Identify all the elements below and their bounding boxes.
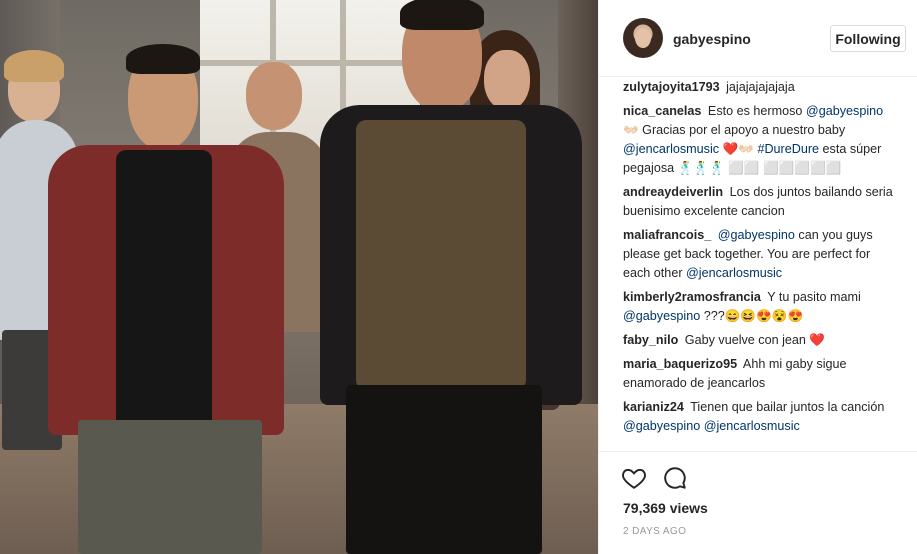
heart-icon[interactable]	[621, 465, 647, 491]
post-header: gabyespino Following	[599, 0, 917, 77]
mention-link[interactable]: @gabyespino	[806, 104, 883, 118]
following-button[interactable]: Following	[830, 25, 906, 52]
post-side-panel: gabyespino Following zulytajoyita1793 ja…	[598, 0, 917, 554]
comment-text: Gaby vuelve con jean ❤️	[684, 333, 826, 347]
mention-link[interactable]: @gabyespino	[623, 309, 700, 323]
comment-text: Tienen que bailar juntos la canción	[690, 400, 885, 414]
comments-list[interactable]: zulytajoyita1793 jajajajajajaja nica_cane…	[623, 78, 895, 450]
comment-item: zulytajoyita1793 jajajajajajaja	[623, 78, 895, 97]
comment-username[interactable]: faby_nilo	[623, 333, 678, 347]
comment-username[interactable]: maria_baquerizo95	[623, 357, 737, 371]
comment-username[interactable]: kimberly2ramosfrancia	[623, 290, 761, 304]
comment-text: jajajajajajaja	[726, 80, 795, 94]
post-author-username[interactable]: gabyespino	[673, 31, 751, 47]
comment-username[interactable]: nica_canelas	[623, 104, 701, 118]
comment-item: nica_canelas Esto es hermoso @gabyespino…	[623, 102, 895, 178]
comment-item: kimberly2ramosfrancia Y tu pasito mami @…	[623, 288, 895, 326]
comment-username[interactable]: zulytajoyita1793	[623, 80, 720, 94]
comment-text: Esto es hermoso	[707, 104, 806, 118]
mention-link[interactable]: @jencarlosmusic	[704, 419, 800, 433]
comment-text: Y tu pasito mami	[767, 290, 861, 304]
comment-username[interactable]: karianiz24	[623, 400, 684, 414]
comment-item: karianiz24 Tienen que bailar juntos la c…	[623, 398, 895, 436]
comment-bubble-icon[interactable]	[662, 465, 688, 491]
comment-item: maliafrancois_ @gabyespino can you guys …	[623, 226, 895, 283]
comment-username[interactable]: maliafrancois_	[623, 228, 711, 242]
comment-username[interactable]: andreaydeiverlin	[623, 185, 723, 199]
view-count[interactable]: 79,369 views	[623, 500, 708, 516]
comment-item: andreaydeiverlin Los dos juntos bailando…	[623, 183, 895, 221]
mention-link[interactable]: @gabyespino	[623, 419, 700, 433]
comment-text: ❤️👐🏻	[719, 142, 758, 156]
mention-link[interactable]: @jencarlosmusic	[623, 142, 719, 156]
comment-text: ???😄😆😍😵😍	[700, 309, 804, 323]
post-timestamp[interactable]: 2 DAYS AGO	[623, 526, 686, 537]
avatar[interactable]	[623, 18, 663, 58]
mention-link[interactable]: @jencarlosmusic	[686, 266, 782, 280]
hashtag-link[interactable]: #DureDure	[757, 142, 819, 156]
post-video[interactable]	[0, 0, 598, 554]
comment-item: maria_baquerizo95 Ahh mi gaby sigue enam…	[623, 355, 895, 393]
mention-link[interactable]: @gabyespino	[718, 228, 795, 242]
comment-item: faby_nilo Gaby vuelve con jean ❤️	[623, 331, 895, 350]
comment-text: 👐🏻 Gracias por el apoyo a nuestro baby	[623, 123, 846, 137]
post-actions: 79,369 views 2 DAYS AGO	[599, 451, 917, 554]
